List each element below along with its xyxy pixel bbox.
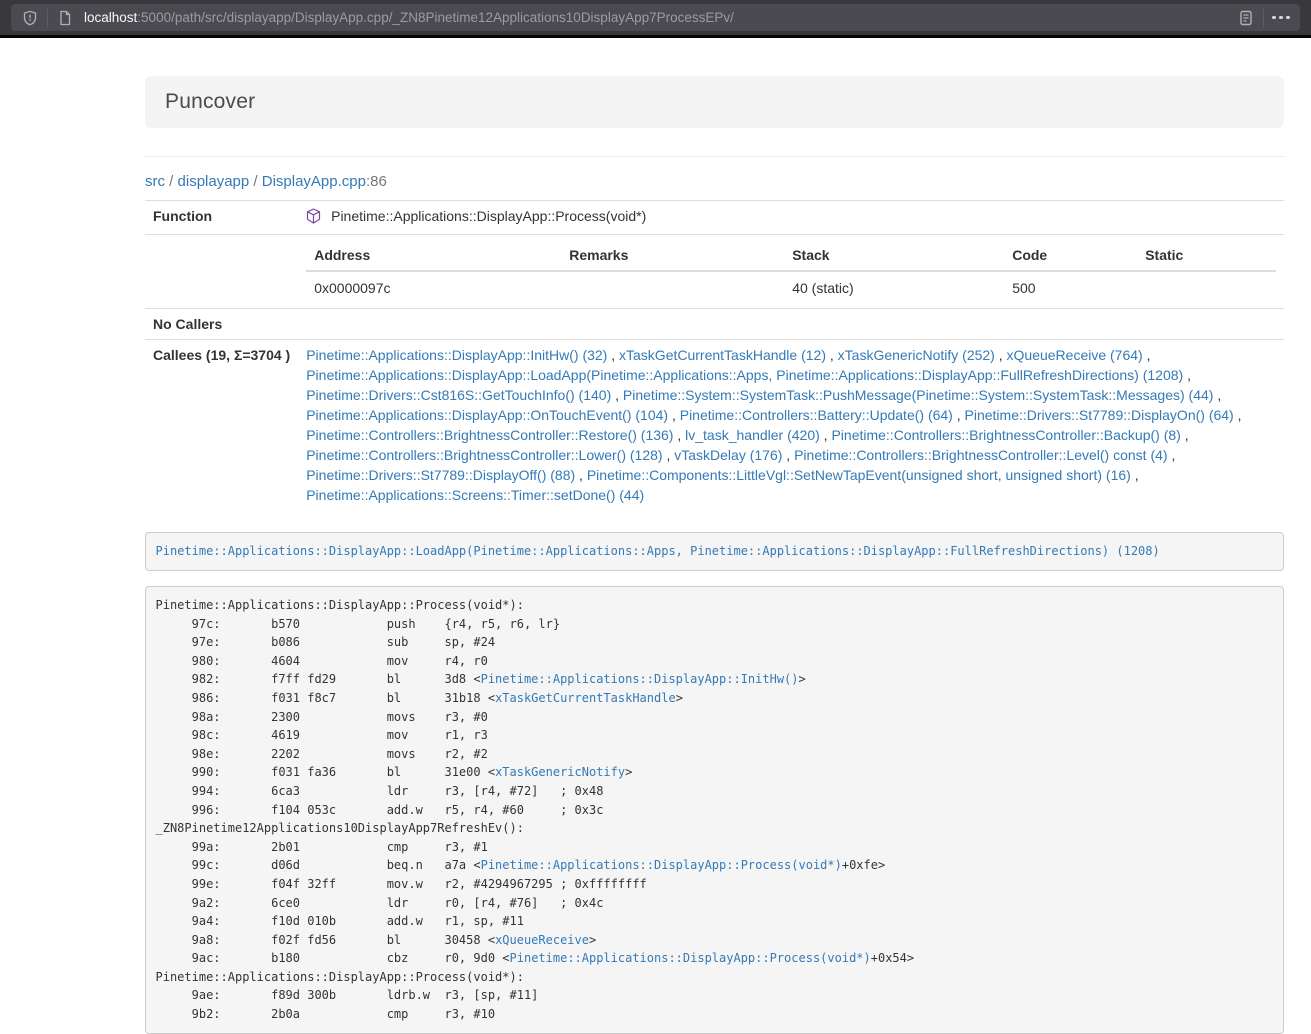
urlbar-divider bbox=[47, 9, 48, 27]
callee-link[interactable]: Pinetime::System::SystemTask::PushMessag… bbox=[623, 387, 1214, 403]
callee-link[interactable]: Pinetime::Applications::Screens::Timer::… bbox=[306, 487, 644, 503]
breadcrumb-link[interactable]: src bbox=[145, 173, 165, 190]
divider bbox=[145, 156, 1284, 157]
no-callers-label: No Callers bbox=[145, 309, 298, 340]
callee-link[interactable]: Pinetime::Drivers::Cst816S::GetTouchInfo… bbox=[306, 387, 611, 403]
callees-cell: Pinetime::Applications::DisplayApp::Init… bbox=[298, 340, 1284, 511]
address-value: 0x0000097c bbox=[306, 271, 561, 303]
callers-row: No Callers bbox=[145, 309, 1284, 340]
callee-link[interactable]: Pinetime::Drivers::St7789::DisplayOff() … bbox=[306, 467, 575, 483]
code-value: 500 bbox=[1004, 271, 1137, 303]
page-container: Puncover src / displayapp / DisplayApp.c… bbox=[145, 76, 1284, 1034]
stats-table: Address Remarks Stack Code Static 0x0000… bbox=[306, 240, 1276, 303]
url-text[interactable]: localhost:5000/path/src/displayapp/Displ… bbox=[84, 10, 1234, 25]
page-actions-icon[interactable] bbox=[1269, 6, 1293, 30]
callee-link[interactable]: vTaskDelay (176) bbox=[674, 447, 782, 463]
load-app-link[interactable]: Pinetime::Applications::DisplayApp::Load… bbox=[156, 544, 1160, 558]
url-host: localhost bbox=[84, 10, 137, 25]
callee-link[interactable]: Pinetime::Controllers::BrightnessControl… bbox=[306, 427, 673, 443]
breadcrumb: src / displayapp / DisplayApp.cpp:86 bbox=[145, 173, 1284, 190]
symbol-link[interactable]: Pinetime::Applications::DisplayApp::Proc… bbox=[481, 858, 842, 872]
callee-link[interactable]: Pinetime::Controllers::Battery::Update()… bbox=[680, 407, 953, 423]
symbol-link[interactable]: xTaskGetCurrentTaskHandle bbox=[495, 691, 676, 705]
callee-link[interactable]: lv_task_handler (420) bbox=[685, 427, 820, 443]
page-icon-svg bbox=[58, 10, 72, 26]
breadcrumb-link[interactable]: displayapp bbox=[178, 173, 250, 190]
function-table: Function Pinetime::Applications::Display… bbox=[145, 200, 1284, 510]
symbol-link[interactable]: xTaskGenericNotify bbox=[495, 765, 625, 779]
stats-cell: Address Remarks Stack Code Static 0x0000… bbox=[298, 235, 1284, 309]
callees-row: Callees (19, Σ=3704 ) Pinetime::Applicat… bbox=[145, 340, 1284, 511]
highlighted-symbol-block: Pinetime::Applications::DisplayApp::Load… bbox=[145, 532, 1284, 571]
callee-link[interactable]: Pinetime::Applications::DisplayApp::OnTo… bbox=[306, 407, 668, 423]
shield-icon[interactable] bbox=[18, 6, 42, 30]
callee-link[interactable]: Pinetime::Applications::DisplayApp::Load… bbox=[306, 367, 1183, 383]
callee-link[interactable]: xTaskGenericNotify (252) bbox=[838, 347, 995, 363]
package-icon bbox=[306, 211, 325, 227]
callers-cell bbox=[298, 309, 1284, 340]
callee-link[interactable]: Pinetime::Controllers::BrightnessControl… bbox=[831, 427, 1180, 443]
breadcrumb-link[interactable]: DisplayApp.cpp bbox=[262, 173, 366, 190]
callee-link[interactable]: Pinetime::Drivers::St7789::DisplayOn() (… bbox=[965, 407, 1234, 423]
stack-value: 40 (static) bbox=[784, 271, 1004, 303]
callee-link[interactable]: xQueueReceive (764) bbox=[1007, 347, 1143, 363]
page-title: Puncover bbox=[165, 90, 1264, 114]
shield-icon-svg bbox=[22, 10, 38, 26]
reader-mode-icon[interactable] bbox=[1234, 6, 1258, 30]
callees-label: Callees (19, Σ=3704 ) bbox=[145, 340, 298, 511]
function-label: Function bbox=[145, 201, 298, 235]
page-info-icon[interactable] bbox=[53, 6, 77, 30]
symbol-link[interactable]: Pinetime::Applications::DisplayApp::Init… bbox=[481, 672, 799, 686]
urlbar-divider bbox=[1263, 9, 1264, 27]
app-header: Puncover bbox=[145, 76, 1284, 128]
static-value bbox=[1137, 271, 1276, 303]
col-address: Address bbox=[306, 240, 561, 271]
url-bar[interactable]: localhost:5000/path/src/displayapp/Displ… bbox=[11, 4, 1300, 31]
window-edge bbox=[0, 35, 1311, 38]
callee-link[interactable]: Pinetime::Applications::DisplayApp::Init… bbox=[306, 347, 607, 363]
stats-row: Address Remarks Stack Code Static 0x0000… bbox=[145, 235, 1284, 309]
reader-icon-svg bbox=[1239, 10, 1253, 26]
col-remarks: Remarks bbox=[561, 240, 784, 271]
url-path: :5000/path/src/displayapp/DisplayApp.cpp… bbox=[137, 10, 734, 25]
symbol-link[interactable]: Pinetime::Applications::DisplayApp::Proc… bbox=[510, 951, 871, 965]
col-static: Static bbox=[1137, 240, 1276, 271]
callee-link[interactable]: Pinetime::Components::LittleVgl::SetNewT… bbox=[587, 467, 1131, 483]
browser-toolbar: localhost:5000/path/src/displayapp/Displ… bbox=[0, 0, 1311, 35]
function-name-cell: Pinetime::Applications::DisplayApp::Proc… bbox=[298, 201, 1284, 235]
callee-link[interactable]: Pinetime::Controllers::BrightnessControl… bbox=[306, 447, 662, 463]
stats-data-row: 0x0000097c 40 (static) 500 bbox=[306, 271, 1276, 303]
col-code: Code bbox=[1004, 240, 1137, 271]
callee-link[interactable]: xTaskGetCurrentTaskHandle (12) bbox=[619, 347, 826, 363]
col-stack: Stack bbox=[784, 240, 1004, 271]
assembly-code: Pinetime::Applications::DisplayApp::Proc… bbox=[145, 586, 1284, 1034]
remarks-value bbox=[561, 271, 784, 303]
function-name: Pinetime::Applications::DisplayApp::Proc… bbox=[331, 208, 646, 224]
symbol-link[interactable]: xQueueReceive bbox=[495, 933, 589, 947]
breadcrumb-line-number: :86 bbox=[366, 173, 387, 190]
callee-link[interactable]: Pinetime::Controllers::BrightnessControl… bbox=[794, 447, 1167, 463]
function-row: Function Pinetime::Applications::Display… bbox=[145, 201, 1284, 235]
empty-label bbox=[145, 235, 298, 309]
